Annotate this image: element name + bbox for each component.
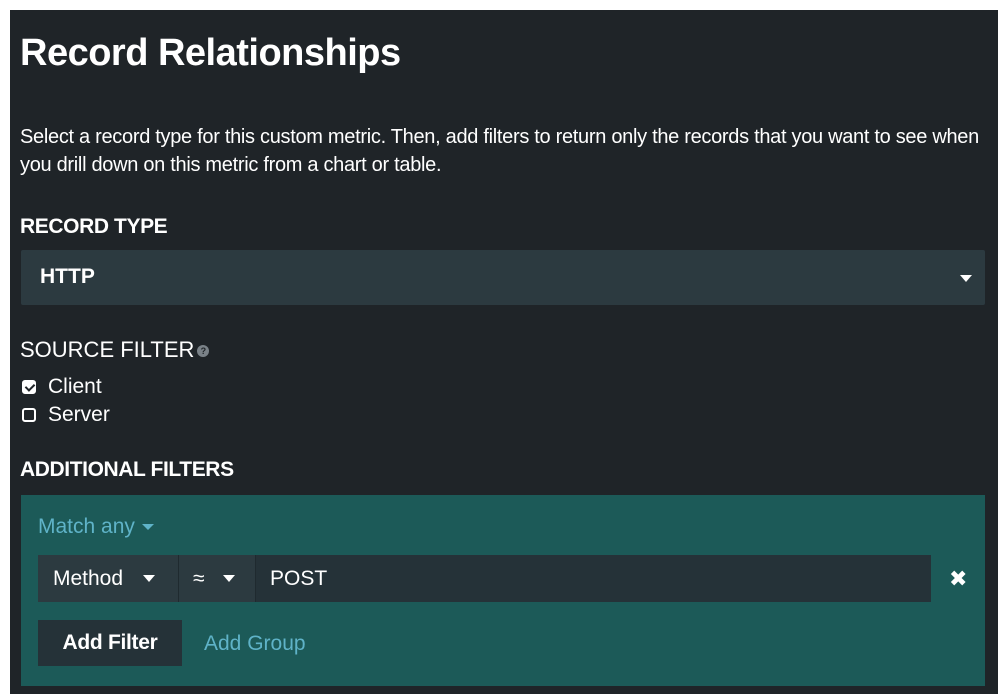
server-label: Server: [48, 403, 110, 426]
additional-filters-box: Match any Method ≈ POST ✖ Add Filter Add…: [21, 495, 985, 686]
source-filter-label: SOURCE FILTER ?: [20, 337, 210, 363]
filter-value-text: POST: [270, 566, 328, 590]
source-option-server[interactable]: Server: [22, 403, 110, 427]
record-type-label: RECORD TYPE: [20, 215, 168, 238]
add-filter-button[interactable]: Add Filter: [38, 620, 182, 666]
chevron-down-icon: [960, 275, 972, 282]
record-type-value: HTTP: [40, 265, 95, 288]
match-any-dropdown[interactable]: Match any: [38, 515, 154, 539]
record-relationships-panel: Record Relationships Select a record typ…: [10, 10, 998, 694]
chevron-down-icon: [143, 575, 156, 582]
source-option-client[interactable]: Client: [22, 375, 102, 399]
additional-filters-label: ADDITIONAL FILTERS: [20, 458, 234, 481]
filter-field-value: Method: [53, 566, 124, 590]
help-icon[interactable]: ?: [197, 345, 210, 357]
filter-field-select[interactable]: Method: [38, 555, 179, 602]
filter-operator-select[interactable]: ≈: [179, 555, 256, 602]
filter-value-input[interactable]: POST: [256, 555, 931, 602]
match-any-label: Match any: [38, 515, 135, 538]
page-description: Select a record type for this custom met…: [20, 126, 979, 176]
record-type-select[interactable]: HTTP: [21, 250, 985, 305]
page-title: Record Relationships: [20, 32, 401, 74]
chevron-down-icon: [222, 575, 235, 582]
client-label: Client: [48, 375, 102, 398]
add-group-link[interactable]: Add Group: [204, 632, 306, 656]
server-checkbox[interactable]: [22, 408, 36, 422]
remove-filter-icon[interactable]: ✖: [949, 566, 967, 592]
chevron-down-icon: [141, 524, 154, 530]
filter-operator-value: ≈: [193, 566, 205, 590]
client-checkbox[interactable]: [22, 380, 36, 394]
filter-row: Method ≈ POST: [38, 555, 931, 602]
source-filter-text: SOURCE FILTER: [20, 337, 195, 362]
